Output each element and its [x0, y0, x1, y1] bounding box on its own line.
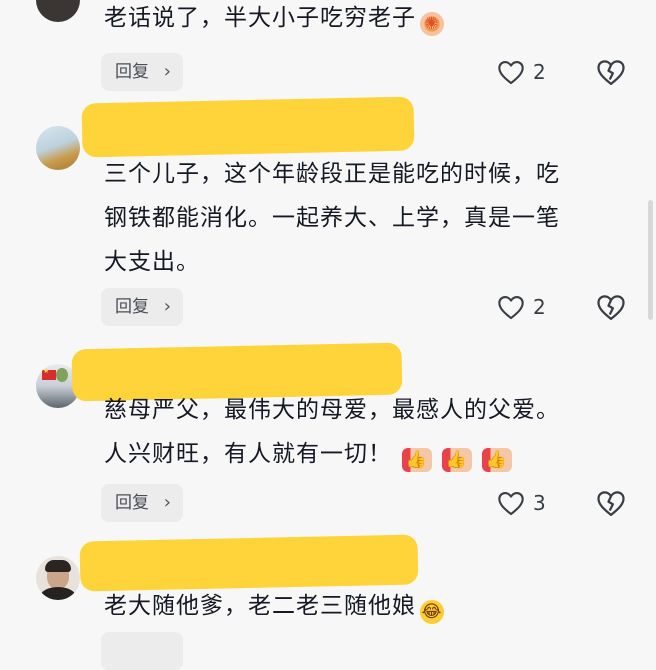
chevron-right-icon: ›: [163, 61, 171, 82]
like-count: 2: [533, 60, 546, 84]
comment-text: 老大随他爹，老二老三随他娘 😂: [104, 593, 444, 624]
reply-button[interactable]: 回复 ›: [101, 484, 183, 522]
like-button[interactable]: 2: [497, 57, 546, 87]
reply-label: 回复: [115, 62, 149, 82]
like-button[interactable]: 3: [497, 488, 546, 518]
reply-button[interactable]: 回复 ›: [101, 53, 183, 91]
heart-icon: [498, 492, 524, 516]
broken-heart-icon[interactable]: [596, 58, 626, 86]
comment-text: 慈母严父，最伟大的母爱，最感人的父爱。 人兴财旺，有人就有一切！ 👍 👍 👍: [104, 397, 560, 472]
reply-label: 回复: [115, 493, 149, 513]
thumbs-up-emoji-icon: 👍: [402, 448, 432, 472]
like-button[interactable]: 2: [497, 292, 546, 322]
username-redaction: [81, 96, 415, 158]
broken-heart-icon[interactable]: [596, 293, 626, 321]
thumbs-up-emoji-icon: 👍: [482, 448, 512, 472]
avatar[interactable]: [36, 556, 80, 600]
reply-button[interactable]: 回复 ›: [101, 288, 183, 326]
avatar[interactable]: [36, 126, 80, 170]
heart-icon: [498, 61, 524, 85]
firework-emoji-icon: ✺: [420, 12, 444, 36]
broken-heart-icon[interactable]: [596, 489, 626, 517]
username-redaction: [79, 534, 419, 592]
reply-button[interactable]: [101, 632, 183, 670]
reply-label: 回复: [115, 297, 149, 317]
avatar[interactable]: [36, 0, 80, 22]
like-count: 3: [533, 491, 546, 515]
heart-icon: [498, 296, 524, 320]
thumbs-up-emoji-icon: 👍: [442, 448, 472, 472]
scrollbar[interactable]: [648, 200, 653, 320]
chevron-right-icon: ›: [163, 492, 171, 513]
chevron-right-icon: ›: [163, 296, 171, 317]
comment-text: 老话说了，半大小子吃穷老子 ✺: [104, 0, 444, 40]
laughing-crying-emoji-icon: 😂: [420, 600, 444, 624]
like-count: 2: [533, 295, 546, 319]
comment-text: 三个儿子，这个年龄段正是能吃的时候，吃 钢铁都能消化。一起养大、上学，真是一笔 …: [104, 161, 560, 275]
